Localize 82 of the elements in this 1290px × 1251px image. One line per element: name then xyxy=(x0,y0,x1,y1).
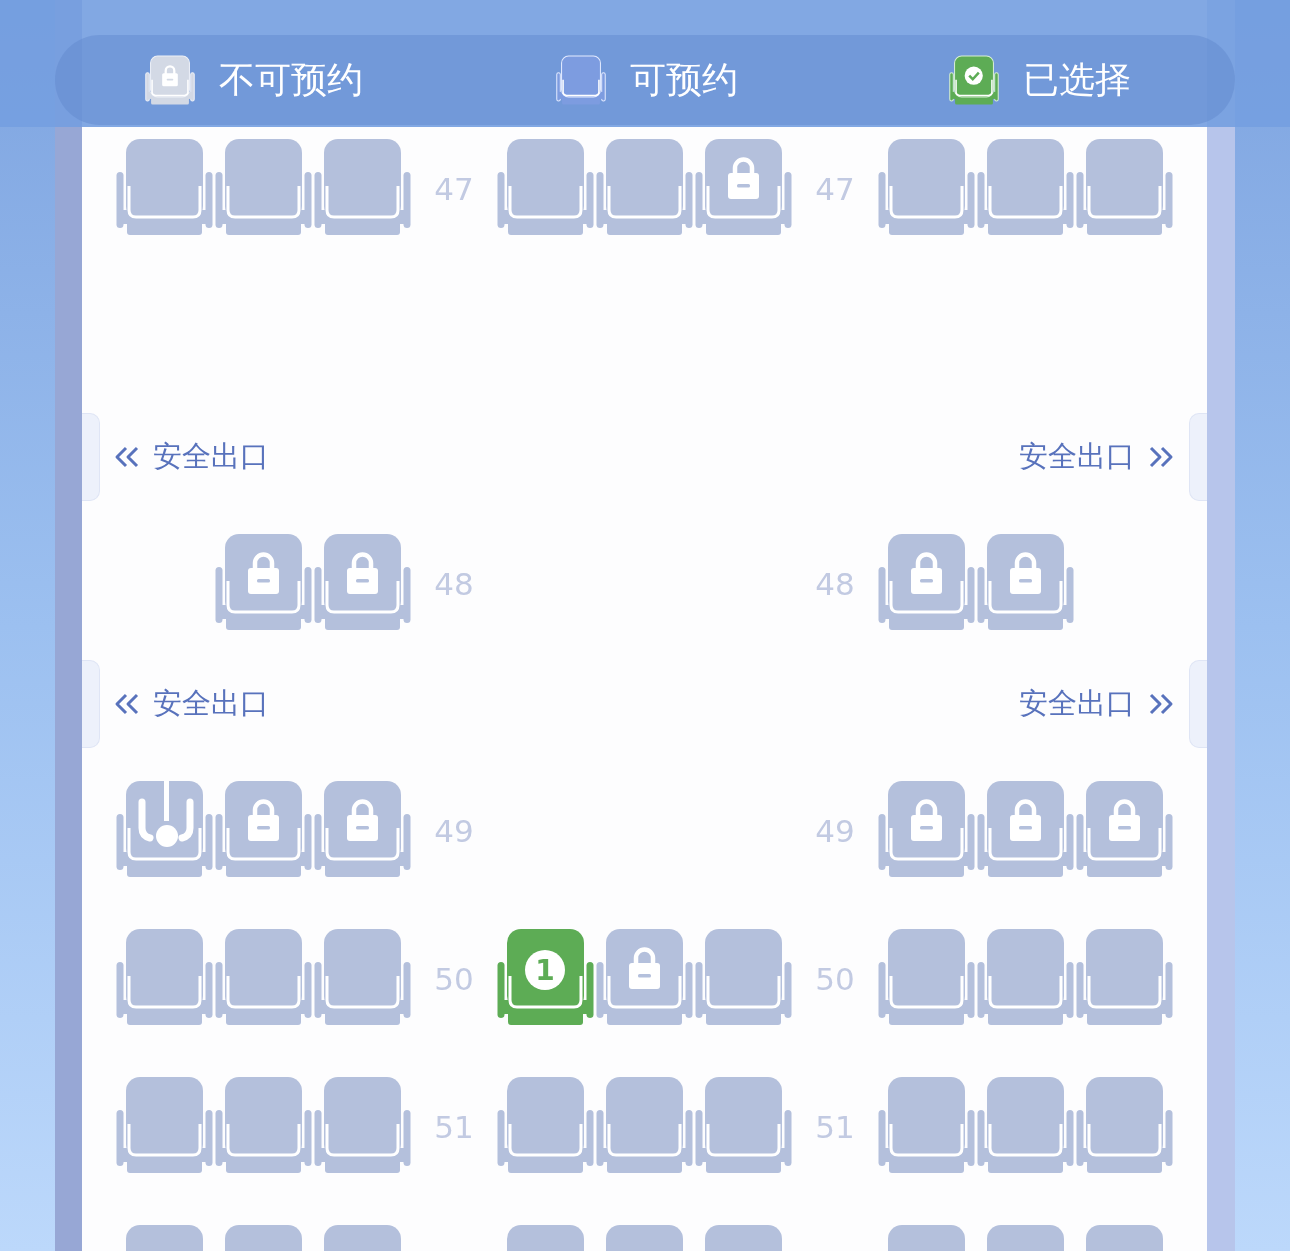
seat[interactable] xyxy=(1086,1225,1163,1251)
double-chevron-icon xyxy=(1147,445,1175,469)
row-number: 47 xyxy=(434,170,474,207)
lock-icon xyxy=(248,799,279,841)
seat[interactable] xyxy=(215,139,312,235)
row-number: 50 xyxy=(815,960,855,997)
lock-icon xyxy=(1010,799,1041,841)
seat[interactable] xyxy=(126,1225,203,1251)
seat[interactable] xyxy=(314,139,411,235)
row-number: 51 xyxy=(434,1108,474,1145)
lock-icon xyxy=(629,947,660,989)
seat[interactable] xyxy=(878,929,975,1025)
figure-icon xyxy=(138,781,194,847)
lock-icon xyxy=(1109,799,1140,841)
row-number: 47 xyxy=(815,170,855,207)
seat[interactable] xyxy=(116,781,213,877)
seat[interactable] xyxy=(225,1225,302,1251)
seat[interactable] xyxy=(507,1225,584,1251)
lock-icon xyxy=(347,799,378,841)
seat[interactable] xyxy=(695,1077,792,1173)
exit-label: 安全出口 xyxy=(1019,438,1135,475)
lock-icon xyxy=(911,552,942,594)
lock-icon xyxy=(728,157,759,199)
seat[interactable] xyxy=(878,1077,975,1173)
double-chevron-icon xyxy=(113,692,141,716)
seat[interactable] xyxy=(705,1225,782,1251)
seat[interactable] xyxy=(497,139,594,235)
locked-seat[interactable] xyxy=(314,534,411,630)
seat[interactable] xyxy=(878,139,975,235)
seat[interactable] xyxy=(116,139,213,235)
row-number: 49 xyxy=(434,812,474,849)
double-chevron-icon xyxy=(1147,692,1175,716)
lock-icon xyxy=(347,552,378,594)
lock-icon xyxy=(248,552,279,594)
lock-icon xyxy=(911,799,942,841)
legend-label: 可预约 xyxy=(630,57,738,102)
locked-seat[interactable] xyxy=(878,534,975,630)
locked-seat[interactable] xyxy=(977,781,1074,877)
legend-label: 已选择 xyxy=(1023,57,1132,102)
selected-seat-icon xyxy=(949,55,1000,105)
exit-label: 安全出口 xyxy=(153,438,269,475)
seat[interactable] xyxy=(116,1077,213,1173)
row-number: 50 xyxy=(434,960,474,997)
double-chevron-icon xyxy=(113,445,141,469)
seat[interactable] xyxy=(695,929,792,1025)
locked-seat[interactable] xyxy=(695,139,792,235)
locked-seat[interactable] xyxy=(977,534,1074,630)
seat[interactable] xyxy=(314,929,411,1025)
row-number: 51 xyxy=(815,1108,855,1145)
seat[interactable] xyxy=(497,1077,594,1173)
seat[interactable] xyxy=(977,139,1074,235)
seat-number: 1 xyxy=(535,954,555,987)
seat[interactable] xyxy=(606,1225,683,1251)
locked-seat[interactable] xyxy=(215,781,312,877)
locked-seat[interactable] xyxy=(878,781,975,877)
seat[interactable] xyxy=(987,1225,1064,1251)
exit-label: 安全出口 xyxy=(1019,685,1135,722)
seat[interactable] xyxy=(977,929,1074,1025)
seat[interactable] xyxy=(1076,139,1173,235)
seat-icon xyxy=(556,55,606,105)
legend-label: 不可预约 xyxy=(218,57,363,102)
seat[interactable] xyxy=(314,1077,411,1173)
seat[interactable] xyxy=(116,929,213,1025)
locked-seat[interactable] xyxy=(596,929,693,1025)
seat[interactable] xyxy=(977,1077,1074,1173)
seat[interactable] xyxy=(596,1077,693,1173)
seat[interactable] xyxy=(1076,1077,1173,1173)
locked-seat-icon xyxy=(144,55,195,105)
seat[interactable] xyxy=(596,139,693,235)
locked-seat[interactable] xyxy=(314,781,411,877)
row-number: 48 xyxy=(815,565,855,602)
seat[interactable] xyxy=(215,1077,312,1173)
row-number: 49 xyxy=(815,812,855,849)
lock-icon xyxy=(1010,552,1041,594)
locked-seat[interactable] xyxy=(215,534,312,630)
locked-seat[interactable] xyxy=(1076,781,1173,877)
seat[interactable] xyxy=(1076,929,1173,1025)
seat[interactable] xyxy=(324,1225,401,1251)
exit-label: 安全出口 xyxy=(153,685,269,722)
row-number: 48 xyxy=(434,565,474,602)
seat[interactable] xyxy=(215,929,312,1025)
seat[interactable] xyxy=(888,1225,965,1251)
